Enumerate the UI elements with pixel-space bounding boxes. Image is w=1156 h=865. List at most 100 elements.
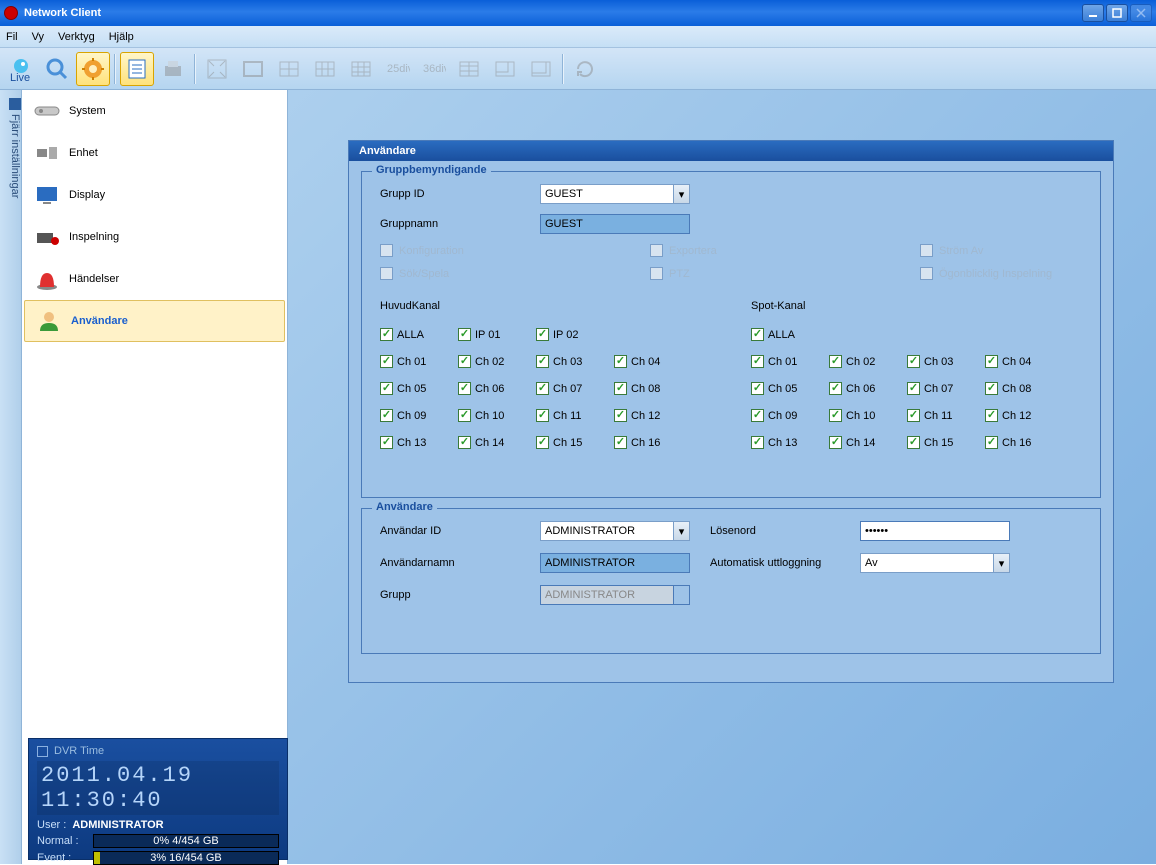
sidebar-item-display[interactable]: Display: [22, 174, 287, 216]
toolbar-grid7[interactable]: [524, 52, 558, 86]
huvud-ch06-check[interactable]: Ch 06: [458, 382, 528, 395]
perm-strom-checkbox: Ström Av: [920, 244, 1070, 257]
huvud-ch07-check[interactable]: Ch 07: [536, 382, 606, 395]
spot-ch16-check[interactable]: Ch 16: [985, 436, 1055, 449]
toolbar-print-button[interactable]: [156, 52, 190, 86]
toolbar-grid1[interactable]: [236, 52, 270, 86]
gruppnamn-label: Gruppnamn: [380, 218, 540, 230]
minimize-button[interactable]: [1082, 4, 1104, 22]
spot-ch04-check[interactable]: Ch 04: [985, 355, 1055, 368]
toolbar-search-button[interactable]: [40, 52, 74, 86]
sidebar-item-anvandare[interactable]: Användare: [24, 300, 285, 342]
spot-ch05-check[interactable]: Ch 05: [751, 382, 821, 395]
sidebar-item-system[interactable]: System: [22, 90, 287, 132]
toolbar-settings-button[interactable]: [76, 52, 110, 86]
huvud-ch16-check[interactable]: Ch 16: [614, 436, 684, 449]
monitor-icon: [33, 183, 61, 207]
toolbar-live-button[interactable]: Live: [4, 52, 38, 86]
auto-logout-label: Automatisk uttloggning: [710, 557, 860, 569]
user-panel: Användare Gruppbemyndigande Grupp ID GUE…: [348, 140, 1114, 683]
huvud-ch09-check[interactable]: Ch 09: [380, 409, 450, 422]
spot-ch14-check[interactable]: Ch 14: [829, 436, 899, 449]
toolbar-grid2[interactable]: [272, 52, 306, 86]
toolbar-expand-button[interactable]: [200, 52, 234, 86]
huvud-ch11-check[interactable]: Ch 11: [536, 409, 606, 422]
huvud-ch05-check[interactable]: Ch 05: [380, 382, 450, 395]
spot-ch07-check[interactable]: Ch 07: [907, 382, 977, 395]
huvud-ch13-check[interactable]: Ch 13: [380, 436, 450, 449]
menu-hjalp[interactable]: Hjälp: [109, 31, 134, 43]
spot-ch13-check[interactable]: Ch 13: [751, 436, 821, 449]
toolbar-doc-button[interactable]: [120, 52, 154, 86]
spot-ch15-check[interactable]: Ch 15: [907, 436, 977, 449]
toolbar-grid5[interactable]: [452, 52, 486, 86]
huvud-ip01-check[interactable]: IP 01: [458, 328, 528, 341]
menu-bar: Fil Vy Verktyg Hjälp: [0, 26, 1156, 48]
huvud-ch04-check[interactable]: Ch 04: [614, 355, 684, 368]
grupp-id-select[interactable]: GUEST ▾: [540, 184, 690, 204]
huvud-ch08-check[interactable]: Ch 08: [614, 382, 684, 395]
user-fieldset: Användare Användar ID ADMINISTRATOR ▾ Lö…: [361, 508, 1101, 654]
close-button[interactable]: [1130, 4, 1152, 22]
window-title: Network Client: [24, 7, 1082, 19]
group-legend: Gruppbemyndigande: [372, 164, 491, 176]
toolbar-grid6[interactable]: [488, 52, 522, 86]
spot-ch10-check[interactable]: Ch 10: [829, 409, 899, 422]
user-icon: [35, 309, 63, 333]
huvud-ch02-check[interactable]: Ch 02: [458, 355, 528, 368]
normal-label: Normal :: [37, 835, 87, 847]
spot-ch09-check[interactable]: Ch 09: [751, 409, 821, 422]
huvud-ch14-check[interactable]: Ch 14: [458, 436, 528, 449]
perm-sok-checkbox: Sök/Spela: [380, 267, 530, 280]
huvud-ip02-check[interactable]: IP 02: [536, 328, 606, 341]
huvud-ch15-check[interactable]: Ch 15: [536, 436, 606, 449]
maximize-button[interactable]: [1106, 4, 1128, 22]
gruppnamn-input[interactable]: GUEST: [540, 214, 690, 234]
anvandarnamn-input[interactable]: ADMINISTRATOR: [540, 553, 690, 573]
sidebar-item-enhet[interactable]: Enhet: [22, 132, 287, 174]
spot-alla-check[interactable]: ALLA: [751, 328, 821, 341]
spot-ch01-check[interactable]: Ch 01: [751, 355, 821, 368]
toolbar-grid4[interactable]: [344, 52, 378, 86]
spot-ch06-check[interactable]: Ch 06: [829, 382, 899, 395]
huvud-ch03-check[interactable]: Ch 03: [536, 355, 606, 368]
menu-verktyg[interactable]: Verktyg: [58, 31, 95, 43]
sidebar-item-handelser[interactable]: Händelser: [22, 258, 287, 300]
spot-ch11-check[interactable]: Ch 11: [907, 409, 977, 422]
svg-text:36div: 36div: [423, 63, 446, 75]
user-label: User :: [37, 819, 66, 831]
svg-text:Live: Live: [10, 72, 30, 82]
toolbar-36div[interactable]: 36div: [416, 52, 450, 86]
perm-ogon-checkbox: Ögonblicklig Inspelning: [920, 267, 1070, 280]
huvud-ch12-check[interactable]: Ch 12: [614, 409, 684, 422]
grupp-id-label: Grupp ID: [380, 188, 540, 200]
status-panel: DVR Time 2011.04.19 11:30:40 User : ADMI…: [28, 738, 288, 860]
side-tab-label: Fjärr inställningar: [0, 114, 21, 198]
camera-icon: [33, 225, 61, 249]
side-tab[interactable]: Fjärr inställningar: [0, 90, 22, 864]
menu-fil[interactable]: Fil: [6, 31, 18, 43]
auto-logout-select[interactable]: Av ▾: [860, 553, 1010, 573]
grupp-button[interactable]: [674, 585, 690, 605]
spot-ch03-check[interactable]: Ch 03: [907, 355, 977, 368]
event-bar: 3% 16/454 GB: [93, 851, 279, 865]
spotkanal-label: Spot-Kanal: [751, 300, 1082, 312]
spot-ch12-check[interactable]: Ch 12: [985, 409, 1055, 422]
toolbar-25div[interactable]: 25div: [380, 52, 414, 86]
toolbar-grid3[interactable]: [308, 52, 342, 86]
dvr-time-checkbox[interactable]: [37, 746, 48, 757]
toolbar-refresh-button[interactable]: [568, 52, 602, 86]
menu-vy[interactable]: Vy: [32, 31, 44, 43]
huvud-ch01-check[interactable]: Ch 01: [380, 355, 450, 368]
spot-ch08-check[interactable]: Ch 08: [985, 382, 1055, 395]
side-tab-indicator-icon: [9, 98, 21, 110]
spot-ch02-check[interactable]: Ch 02: [829, 355, 899, 368]
title-bar: Network Client: [0, 0, 1156, 26]
dvr-clock: 2011.04.19 11:30:40: [37, 761, 279, 815]
huvud-ch10-check[interactable]: Ch 10: [458, 409, 528, 422]
anvandar-id-select[interactable]: ADMINISTRATOR ▾: [540, 521, 690, 541]
perm-export-checkbox: Exportera: [650, 244, 800, 257]
losenord-input[interactable]: ••••••: [860, 521, 1010, 541]
sidebar-item-inspelning[interactable]: Inspelning: [22, 216, 287, 258]
huvud-alla-check[interactable]: ALLA: [380, 328, 450, 341]
